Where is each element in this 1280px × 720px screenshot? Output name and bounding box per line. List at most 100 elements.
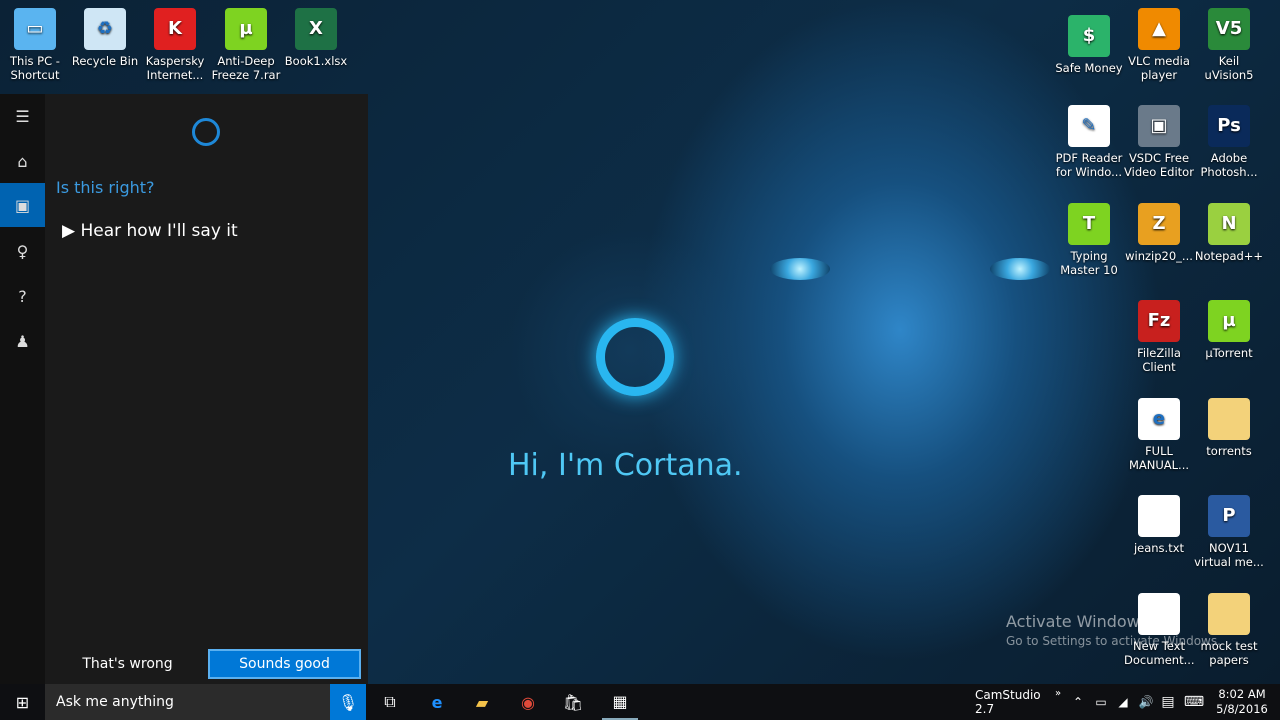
sounds-good-button[interactable]: Sounds good <box>208 649 361 679</box>
microphone-icon[interactable]: 🎙 <box>330 684 366 720</box>
desktop-icon-label: VLC media player <box>1128 54 1190 82</box>
desktop-icon-label: Adobe Photosh... <box>1200 151 1258 179</box>
hear-pronunciation-button[interactable]: ▶ Hear how I'll say it <box>62 221 238 241</box>
activate-windows-subtitle: Go to Settings to activate Windows. <box>1006 634 1221 648</box>
desktop-icon-label: jeans.txt <box>1133 541 1185 555</box>
photoshop-icon: Ps <box>1208 105 1250 147</box>
windows-start-icon[interactable]: ⊞ <box>0 684 45 720</box>
desktop-icon[interactable]: e FULL MANUAL... <box>1124 398 1194 472</box>
battery-icon[interactable]: ▭ <box>1092 684 1110 720</box>
clock-time: 8:02 AM <box>1218 687 1266 701</box>
recycle-bin-icon: ♻ <box>84 8 126 50</box>
filezilla-icon: Fz <box>1138 300 1180 342</box>
vsdc-icon: ▣ <box>1138 105 1180 147</box>
desktop-icon-label: FULL MANUAL... <box>1128 444 1190 472</box>
desktop-icon[interactable]: N Notepad++ <box>1194 203 1264 263</box>
computer-icon: ▭ <box>14 8 56 50</box>
desktop-icon[interactable]: ▲ VLC media player <box>1124 8 1194 82</box>
activate-windows-title: Activate Windows <box>1006 612 1149 631</box>
feedback-icon[interactable]: ♟ <box>0 319 45 363</box>
desktop-icon[interactable]: mock test papers <box>1194 593 1264 667</box>
desktop-icon[interactable]: ▭ This PC - Shortcut <box>0 8 70 82</box>
desktop-icon[interactable]: P NOV11 virtual me... <box>1194 495 1264 569</box>
touch-keyboard-icon[interactable]: ⌨ <box>1182 684 1206 720</box>
desktop-icon[interactable]: µ µTorrent <box>1194 300 1264 360</box>
taskbar: ⊞ Ask me anything 🎙 ⧉ e ▰ ◉ 🛍 ▦ CamStudi… <box>0 684 1280 720</box>
volume-icon[interactable]: 🔊 <box>1136 684 1156 720</box>
excel-icon: X <box>295 8 337 50</box>
desktop-icon-label: VSDC Free Video Editor <box>1124 151 1194 179</box>
desktop-icon-label: Book1.xlsx <box>284 54 348 68</box>
cortana-logo <box>596 318 674 396</box>
winzip-icon: Z <box>1138 203 1180 245</box>
desktop-icon-label: Typing Master 10 <box>1060 249 1118 277</box>
thats-wrong-button[interactable]: That's wrong <box>51 649 204 679</box>
file-explorer-icon[interactable]: ▰ <box>464 684 500 720</box>
desktop-icon-label: This PC - Shortcut <box>10 54 60 82</box>
desktop-icon[interactable]: µ Anti-Deep Freeze 7.rar <box>211 8 281 82</box>
toolbar-overflow-icon[interactable]: » <box>1052 684 1064 720</box>
pdf-edge-icon: e <box>1138 398 1180 440</box>
text-file-icon <box>1138 495 1180 537</box>
notepadpp-icon: N <box>1208 203 1250 245</box>
edge-icon[interactable]: e <box>419 684 455 720</box>
show-hidden-icons-chevron-icon[interactable]: ⌃ <box>1070 684 1086 720</box>
typing-master-icon: T <box>1068 203 1110 245</box>
camstudio-app-icon[interactable]: ▦ <box>602 684 638 720</box>
desktop-icon-label: Recycle Bin <box>71 54 139 68</box>
action-center-icon[interactable]: ▤ <box>1158 684 1178 720</box>
desktop-icon[interactable]: ✎ PDF Reader for Windo... <box>1054 105 1124 179</box>
utorrent-icon: µ <box>1208 300 1250 342</box>
cortana-panel: ☰ ⌂ ▣ ♀ ? ♟ Is this right? ▶ Hear how I'… <box>0 94 368 684</box>
folder-icon <box>1208 398 1250 440</box>
safe-money-icon: $ <box>1068 15 1110 57</box>
desktop-icon[interactable]: T Typing Master 10 <box>1054 203 1124 277</box>
desktop-icon[interactable]: V5 Keil uVision5 <box>1194 8 1264 82</box>
kaspersky-icon: K <box>154 8 196 50</box>
camstudio-toolbar-label[interactable]: CamStudio 2.7 <box>975 684 1055 720</box>
wifi-icon[interactable]: ◢ <box>1114 684 1132 720</box>
desktop-icon[interactable]: Fz FileZilla Client <box>1124 300 1194 374</box>
hamburger-menu-icon[interactable]: ☰ <box>0 94 45 138</box>
cortana-nav-rail: ☰ ⌂ ▣ ♀ ? ♟ <box>0 94 45 684</box>
search-input[interactable]: Ask me anything <box>45 684 330 720</box>
desktop-icon-label: PDF Reader for Windo... <box>1055 151 1123 179</box>
desktop-icon[interactable]: torrents <box>1194 398 1264 458</box>
cortana-greeting: Hi, I'm Cortana. <box>508 448 743 483</box>
desktop-icon-label: Kaspersky Internet... <box>145 54 205 82</box>
desktop-icon[interactable]: jeans.txt <box>1124 495 1194 555</box>
question-heading: Is this right? <box>56 178 155 197</box>
desktop-icon[interactable]: X Book1.xlsx <box>281 8 351 68</box>
desktop-icon-label: winzip20_... <box>1125 249 1193 263</box>
folder-icon <box>1208 593 1250 635</box>
cortana-ring-icon <box>192 118 220 146</box>
home-icon[interactable]: ⌂ <box>0 139 45 183</box>
powerpoint-icon: P <box>1208 495 1250 537</box>
store-icon[interactable]: 🛍 <box>555 684 591 720</box>
desktop-icon[interactable]: K Kaspersky Internet... <box>140 8 210 82</box>
desktop-icon[interactable]: Ps Adobe Photosh... <box>1194 105 1264 179</box>
desktop-icon-label: torrents <box>1206 444 1252 458</box>
desktop-icon-label: Safe Money <box>1055 61 1123 75</box>
wallpaper-eye <box>770 258 830 280</box>
desktop-icon[interactable]: Zwinzip20_... <box>1124 203 1194 263</box>
play-icon: ▶ <box>62 221 81 241</box>
task-view-icon[interactable]: ⧉ <box>372 684 408 720</box>
utorrent-icon: µ <box>225 8 267 50</box>
chrome-icon[interactable]: ◉ <box>510 684 546 720</box>
desktop-icon[interactable]: ▣ VSDC Free Video Editor <box>1124 105 1194 179</box>
pdf-reader-icon: ✎ <box>1068 105 1110 147</box>
wallpaper-eye <box>990 258 1050 280</box>
lightbulb-icon[interactable]: ♀ <box>0 229 45 273</box>
desktop-icon-label: Keil uVision5 <box>1204 54 1254 82</box>
desktop-icon-label: Anti-Deep Freeze 7.rar <box>211 54 281 82</box>
help-icon[interactable]: ? <box>0 274 45 318</box>
desktop-icon-label: µTorrent <box>1205 346 1253 360</box>
desktop-icon[interactable]: ♻ Recycle Bin <box>70 8 140 68</box>
desktop-icon[interactable]: $ Safe Money <box>1054 15 1124 75</box>
keil-icon: V5 <box>1208 8 1250 50</box>
notebook-icon[interactable]: ▣ <box>0 183 45 227</box>
desktop-icon-label: Notepad++ <box>1194 249 1264 263</box>
desktop-icon-label: NOV11 virtual me... <box>1194 541 1264 569</box>
clock[interactable]: 8:02 AM 5/8/2016 <box>1210 684 1274 720</box>
